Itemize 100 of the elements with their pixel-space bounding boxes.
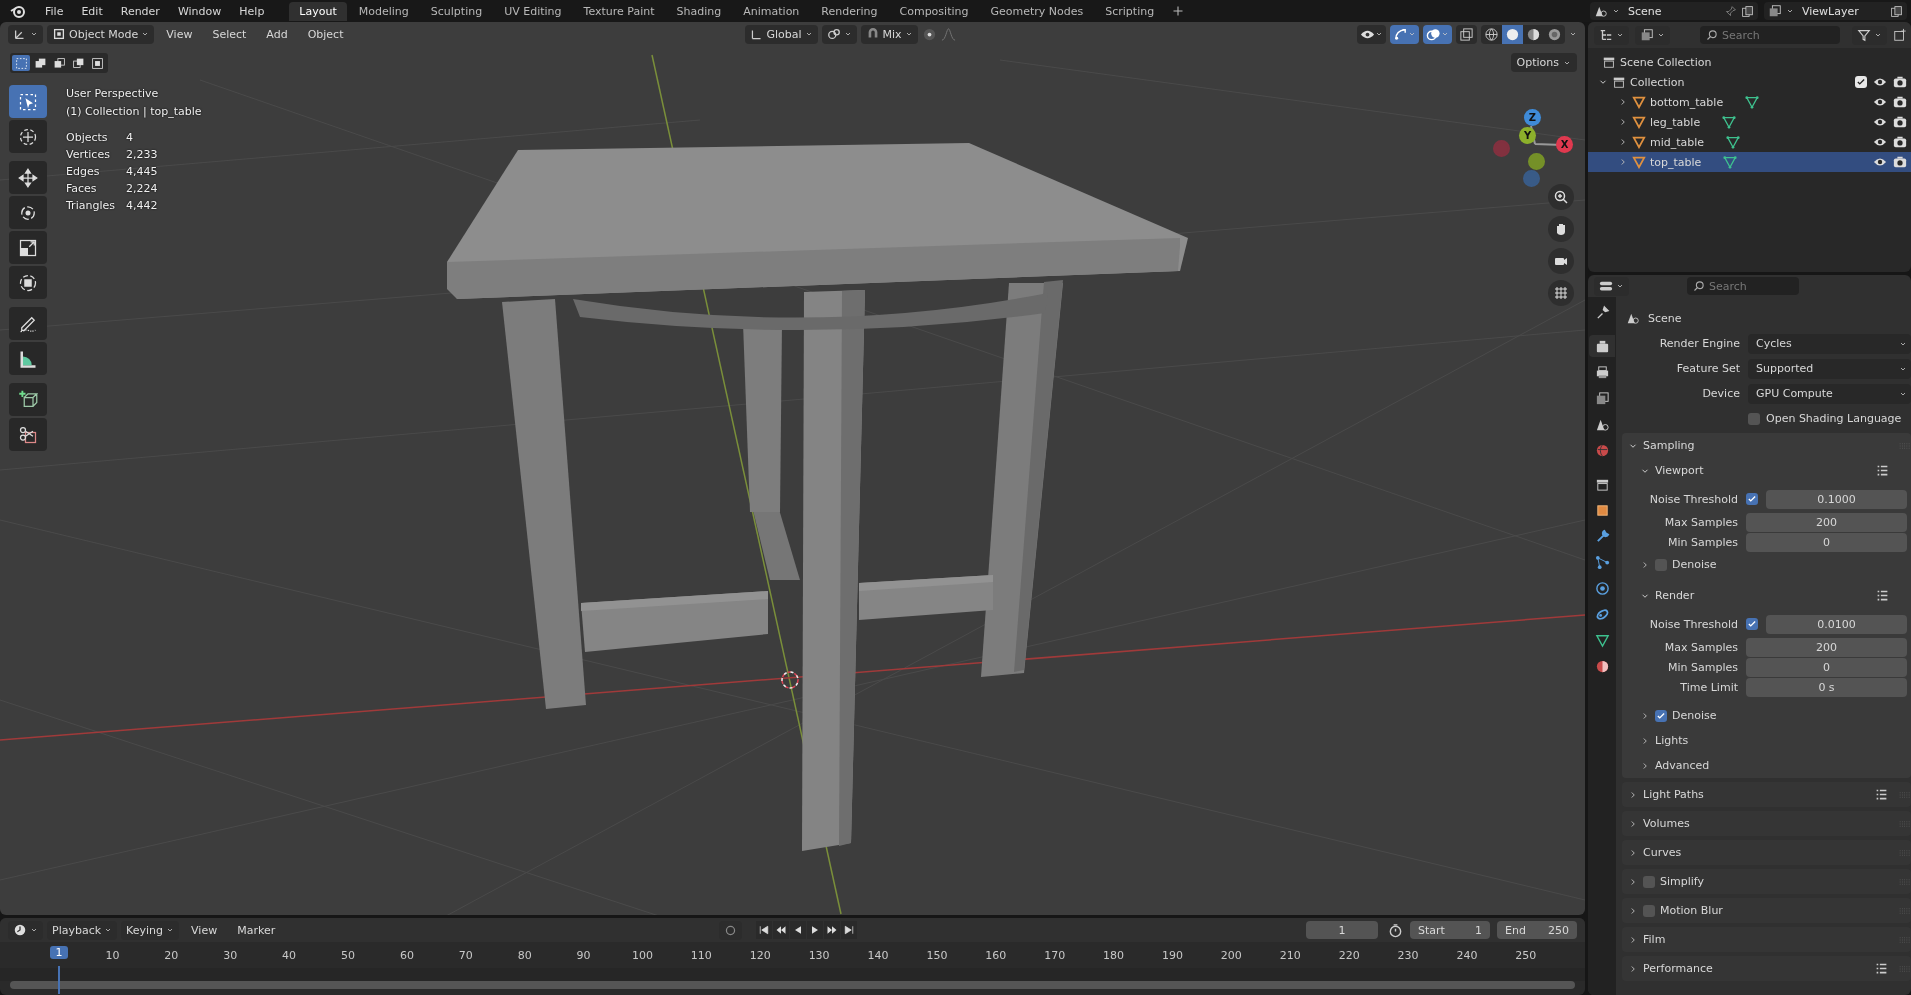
tool-button[interactable]	[9, 196, 47, 229]
prev-key-icon[interactable]	[775, 924, 788, 936]
pin-icon[interactable]	[1724, 4, 1737, 18]
subpanel-header[interactable]: Viewport	[1622, 458, 1911, 483]
workspace-tab[interactable]: UV Editing	[494, 1, 572, 21]
workspace-tab[interactable]: Rendering	[811, 1, 888, 21]
stopwatch-icon[interactable]	[1388, 922, 1403, 938]
checkbox[interactable]	[1746, 493, 1758, 505]
filter-mode-button[interactable]	[1635, 25, 1670, 45]
workspace-tab[interactable]: Texture Paint	[573, 1, 665, 21]
panel-header[interactable]: Volumes	[1622, 811, 1911, 836]
tree-row[interactable]: top_table	[1588, 152, 1911, 172]
tree-row[interactable]: Scene Collection	[1588, 52, 1911, 72]
snap-dropdown[interactable]: Mix	[860, 24, 918, 44]
pivot-dropdown[interactable]	[821, 24, 857, 44]
menu-item[interactable]: Window	[168, 4, 231, 18]
copy-icon[interactable]	[1890, 4, 1903, 18]
presets-icon[interactable]	[1875, 788, 1888, 801]
orientation-dropdown[interactable]: Global	[745, 24, 818, 44]
axis-handle[interactable]: Z	[1524, 109, 1541, 126]
add-icon[interactable]	[1172, 5, 1185, 17]
proportional-icon[interactable]	[921, 26, 937, 42]
panel-header[interactable]: Performance	[1622, 956, 1911, 981]
tool-button[interactable]	[9, 231, 47, 264]
tree-row[interactable]: leg_table	[1588, 112, 1911, 132]
menu-item[interactable]: View	[183, 921, 226, 939]
menu-item[interactable]: Help	[230, 4, 274, 18]
tool-button[interactable]	[9, 120, 47, 153]
camera-icon[interactable]	[1893, 75, 1907, 89]
axis-handle[interactable]	[1523, 170, 1540, 187]
zoom-icon[interactable]	[1553, 189, 1569, 205]
subpanel-header[interactable]: Render	[1622, 583, 1911, 608]
scrollbar[interactable]	[10, 981, 1575, 989]
panel-header[interactable]: Simplify	[1622, 869, 1911, 894]
tree-row[interactable]: bottom_table	[1588, 92, 1911, 112]
shading-button[interactable]	[1502, 24, 1523, 44]
tool-button[interactable]	[9, 161, 47, 194]
editor-type-button[interactable]	[1594, 276, 1629, 296]
workspace-tab[interactable]: Modeling	[348, 1, 419, 21]
subpanel-header[interactable]: Lights	[1622, 728, 1911, 753]
view-layer-selector[interactable]: ViewLayer	[1764, 2, 1907, 20]
axis-handle[interactable]	[1493, 140, 1510, 157]
mesh-data-icon[interactable]	[1722, 115, 1737, 129]
panel-header[interactable]: Sampling	[1622, 433, 1911, 458]
record-button[interactable]	[719, 920, 743, 940]
panel-header[interactable]: Motion Blur	[1622, 898, 1911, 923]
checkbox-label[interactable]: Open Shading Language	[1766, 412, 1902, 425]
subpanel-header[interactable]: Advanced	[1622, 753, 1911, 778]
end-frame-field[interactable]: End 250	[1497, 921, 1577, 939]
menu-dropdown[interactable]: Keying	[121, 920, 180, 940]
mesh-data-icon[interactable]	[1723, 155, 1738, 169]
number-field[interactable]: 0	[1746, 532, 1907, 552]
current-frame-field[interactable]: 1	[1306, 921, 1378, 939]
filter-button[interactable]	[1852, 25, 1887, 45]
current-frame-marker[interactable]: 1	[50, 946, 68, 959]
tree-row[interactable]: Collection	[1588, 72, 1911, 92]
viewport[interactable]: Object Mode View Select Add Object Global Mix Options User Perspective (1) Collection | top_table Objects 4 Vertices 2,233 Edges 4,445 Faces 2,224 Triangles 4,442 Z Y X	[0, 22, 1585, 915]
editor-type-button[interactable]	[8, 920, 43, 940]
checkbox[interactable]	[1643, 904, 1655, 917]
checkbox[interactable]	[1855, 76, 1867, 88]
grid-icon[interactable]	[1553, 285, 1569, 301]
workspace-tab[interactable]: Compositing	[889, 1, 979, 21]
menu-item[interactable]: Add	[258, 25, 296, 43]
panel-header[interactable]: Light Paths	[1622, 782, 1911, 807]
tool-button[interactable]	[9, 342, 47, 375]
checkbox[interactable]	[1746, 618, 1758, 630]
number-field[interactable]: 0.0100	[1766, 614, 1907, 634]
checkbox[interactable]	[1655, 558, 1667, 571]
menu-item[interactable]: Select	[204, 25, 255, 43]
camera-icon[interactable]	[1893, 115, 1907, 129]
mesh-data-icon[interactable]	[1726, 135, 1741, 149]
display-mode-button[interactable]	[1594, 25, 1629, 45]
checkbox[interactable]	[1655, 709, 1667, 722]
new-collection-icon[interactable]	[1893, 28, 1907, 42]
menu-item[interactable]: Render	[111, 4, 169, 18]
dropdown[interactable]: Cycles	[1748, 333, 1911, 354]
axis-handle[interactable]: Y	[1519, 127, 1536, 144]
camera-icon[interactable]	[1893, 95, 1907, 109]
workspace-tab[interactable]: Shading	[666, 1, 732, 21]
search-field[interactable]: Search	[1687, 277, 1799, 295]
tool-button[interactable]	[9, 307, 47, 340]
scene-selector[interactable]: Scene	[1590, 2, 1758, 20]
subpanel-header[interactable]: Denoise	[1622, 703, 1911, 728]
next-key-icon[interactable]	[826, 924, 839, 936]
presets-icon[interactable]	[1876, 464, 1889, 477]
frame-ruler[interactable]: 1 10 20 30 40 50 60 70 80 90 100 110 120 130 140 150 160 170 180 190 200 210 220 230 240 250	[0, 942, 1585, 968]
tool-button[interactable]	[9, 418, 47, 451]
workspace-tab[interactable]: Sculpting	[420, 1, 493, 21]
workspace-tab[interactable]: Scripting	[1095, 1, 1165, 21]
menu-dropdown[interactable]: Playback	[47, 920, 118, 940]
toggle-button[interactable]	[1423, 24, 1452, 44]
app-logo-icon[interactable]	[10, 3, 26, 19]
jump-start-icon[interactable]	[758, 924, 771, 936]
tool-button[interactable]	[9, 85, 47, 118]
mesh-data-icon[interactable]	[1745, 95, 1760, 109]
number-field[interactable]: 0	[1746, 657, 1907, 677]
editor-type-button[interactable]	[8, 24, 43, 44]
properties-tab[interactable]	[1589, 335, 1615, 357]
camera-icon[interactable]	[1893, 135, 1907, 149]
number-field[interactable]: 0.1000	[1766, 489, 1907, 509]
